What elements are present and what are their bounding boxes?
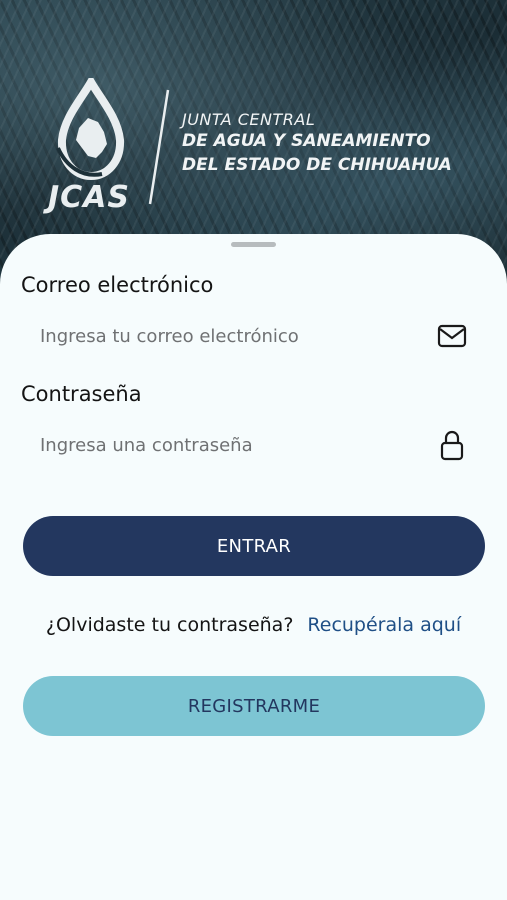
register-button[interactable]: REGISTRARME xyxy=(23,676,485,736)
org-name-line-1: JUNTA CENTRAL xyxy=(182,110,316,129)
logo-wordmark: JCAS xyxy=(48,180,131,215)
password-label: Contraseña xyxy=(21,382,142,406)
forgot-password-row: ¿Olvidaste tu contraseña? Recupérala aquí xyxy=(0,614,507,636)
lock-icon xyxy=(440,430,464,461)
password-input[interactable] xyxy=(21,423,440,467)
password-field-row[interactable] xyxy=(21,423,479,467)
email-field-row[interactable] xyxy=(21,314,479,358)
forgot-password-text: ¿Olvidaste tu contraseña? xyxy=(45,614,294,636)
sheet-drag-handle[interactable] xyxy=(231,242,276,247)
org-name-line-3: DEL ESTADO DE CHIHUAHUA xyxy=(182,155,452,175)
login-button[interactable]: ENTRAR xyxy=(23,516,485,576)
logo-divider xyxy=(148,89,170,205)
mail-icon xyxy=(437,324,467,348)
recover-password-link[interactable]: Recupérala aquí xyxy=(307,614,461,636)
email-label: Correo electrónico xyxy=(21,273,214,297)
org-name-line-2: DE AGUA Y SANEAMIENTO xyxy=(182,131,431,151)
water-drop-logo-icon xyxy=(56,78,124,180)
email-input[interactable] xyxy=(21,314,440,358)
